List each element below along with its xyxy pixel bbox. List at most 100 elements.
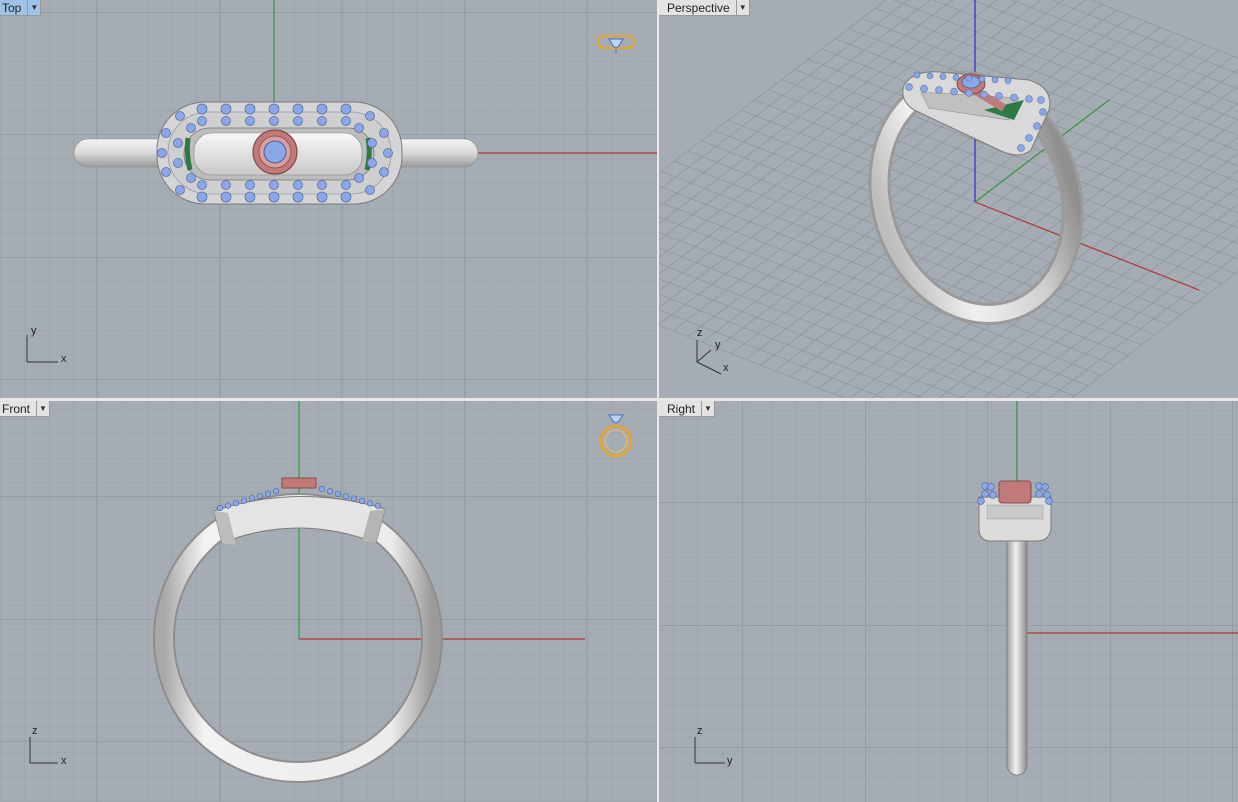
viewport-top[interactable]: Top ▼ y x <box>0 0 657 398</box>
pave-stone <box>989 491 997 499</box>
pave-stone <box>269 116 279 126</box>
pave-stone <box>1035 490 1043 498</box>
pave-stone <box>292 191 304 203</box>
pave-stone <box>317 180 327 190</box>
viewport-label-right[interactable]: Right ▼ <box>659 401 716 417</box>
pave-stone <box>977 497 985 505</box>
pave-stone <box>981 490 989 498</box>
pave-stone <box>1033 122 1041 130</box>
pave-stone <box>220 103 232 115</box>
pave-stone <box>173 138 183 148</box>
axis-label-y: y <box>31 325 37 337</box>
pave-stone <box>161 128 171 138</box>
viewport-label-perspective[interactable]: Perspective ▼ <box>659 0 750 16</box>
ring-shank <box>1006 518 1028 776</box>
pave-stone <box>367 138 377 148</box>
chevron-down-icon[interactable]: ▼ <box>736 0 750 16</box>
chevron-down-icon[interactable]: ▼ <box>28 0 42 16</box>
viewport-title[interactable]: Top <box>0 0 29 16</box>
viewport-front[interactable]: Front ▼ z x <box>0 401 657 802</box>
pave-stone <box>318 485 326 493</box>
center-stone-setting <box>281 477 317 489</box>
pave-stone <box>1010 93 1018 102</box>
pave-stone <box>965 89 973 97</box>
pave-stone <box>952 74 960 81</box>
grid-major <box>0 401 657 802</box>
pave-stone <box>1035 482 1043 490</box>
pave-stone <box>935 86 943 94</box>
axis-label-x: x <box>61 353 67 365</box>
pave-stone <box>186 123 196 133</box>
front-view-scene <box>0 401 657 802</box>
pave-stone <box>340 103 352 115</box>
pave-stone <box>293 180 303 190</box>
pave-stone <box>221 180 231 190</box>
pave-stone <box>244 191 256 203</box>
pave-stone <box>342 493 350 500</box>
center-stone <box>263 140 287 164</box>
pave-stone <box>272 488 280 495</box>
pave-stone <box>293 116 303 126</box>
ring-top-view-icon[interactable] <box>595 30 637 54</box>
chevron-down-icon[interactable]: ▼ <box>702 401 716 417</box>
pave-stone <box>991 76 999 84</box>
perspective-grid <box>659 0 1238 398</box>
pave-stone <box>196 103 208 115</box>
viewport-perspective[interactable]: Perspective ▼ z y x <box>659 0 1238 398</box>
pave-stone <box>374 502 382 509</box>
axis-label-x: x <box>723 362 729 374</box>
viewport-divider-horizontal[interactable] <box>0 398 1238 401</box>
pave-stone <box>365 185 375 195</box>
pave-stone <box>1004 77 1012 84</box>
pave-stone <box>248 495 256 502</box>
pave-stone <box>316 191 328 203</box>
pave-stone <box>256 492 264 500</box>
ring-front-view-icon[interactable] <box>596 411 636 463</box>
pave-stone <box>340 191 352 203</box>
pave-stone <box>268 103 280 115</box>
pave-stone <box>224 502 232 509</box>
pave-stone <box>939 73 947 80</box>
pave-stone <box>980 90 988 99</box>
pave-stone <box>161 167 171 177</box>
pave-stone <box>379 167 389 177</box>
pave-stone <box>221 116 231 126</box>
axis-label-y: y <box>727 755 733 767</box>
pave-stone <box>995 92 1003 100</box>
grid-major <box>659 401 1238 802</box>
pave-stone <box>358 497 366 505</box>
pave-stone <box>365 111 375 121</box>
chevron-down-icon[interactable]: ▼ <box>37 401 51 417</box>
pave-stone <box>292 103 304 115</box>
axis-label-z: z <box>32 725 38 737</box>
pave-stone <box>316 103 328 115</box>
pave-stone <box>383 148 393 158</box>
pave-stone <box>186 173 196 183</box>
pave-stone <box>173 158 183 168</box>
pave-stone <box>334 490 342 497</box>
viewport-right[interactable]: Right ▼ z y <box>659 401 1238 802</box>
perspective-view-scene <box>659 0 1238 398</box>
axis-label-z: z <box>697 725 703 737</box>
pave-stone <box>379 128 389 138</box>
pave-stone <box>245 180 255 190</box>
pave-stone <box>216 504 224 512</box>
pave-stone <box>981 482 989 490</box>
viewport-label-front[interactable]: Front ▼ <box>0 401 51 417</box>
viewport-label-top[interactable]: Top ▼ <box>0 0 42 16</box>
axis-label-x: x <box>61 755 67 767</box>
pave-stone <box>196 191 208 203</box>
pave-stone <box>1025 95 1033 103</box>
pave-stone <box>240 497 248 504</box>
pave-stone <box>264 490 272 497</box>
pave-stone <box>920 84 928 93</box>
pave-stone <box>965 74 973 82</box>
pave-stone <box>157 148 167 158</box>
pave-stone <box>978 75 986 83</box>
viewport-title[interactable]: Front <box>0 401 38 417</box>
viewport-title[interactable]: Perspective <box>659 0 737 16</box>
pave-stone <box>341 180 351 190</box>
center-stone-setting <box>998 480 1032 504</box>
viewport-title[interactable]: Right <box>659 401 703 417</box>
pave-stone <box>341 116 351 126</box>
